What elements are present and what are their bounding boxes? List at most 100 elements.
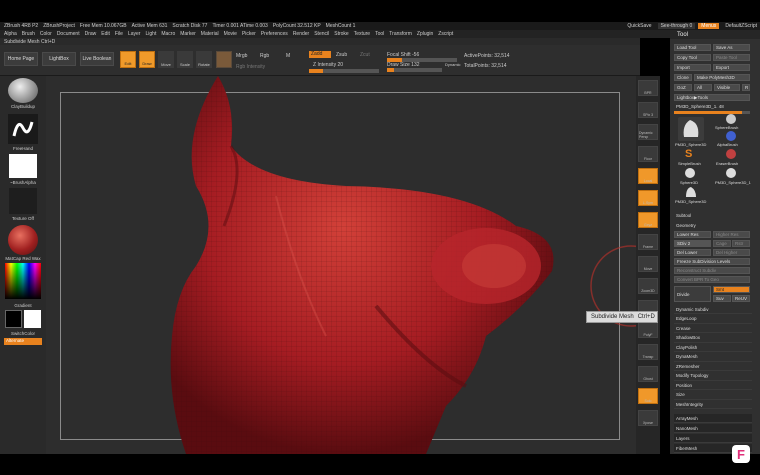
section-layers[interactable]: Layers: [674, 434, 752, 443]
menu-document[interactable]: Document: [57, 31, 80, 37]
scale-mode-button[interactable]: Scale: [177, 51, 193, 68]
strip-transp-button[interactable]: Transp: [638, 344, 658, 360]
smt-button[interactable]: Smt: [713, 286, 750, 293]
freeze-subdiv-button[interactable]: Freeze SubDivision Levels: [674, 258, 750, 265]
menus-button[interactable]: Menus: [698, 23, 720, 29]
menu-stroke[interactable]: Stroke: [334, 31, 348, 37]
strip-l-sym-button[interactable]: L.Sym: [638, 190, 658, 206]
reuv-button[interactable]: ReUV: [732, 295, 750, 302]
menu-picker[interactable]: Picker: [242, 31, 256, 37]
menu-edit[interactable]: Edit: [101, 31, 110, 37]
menu-material[interactable]: Material: [201, 31, 219, 37]
strip-gxyz-button[interactable]: Gxyz: [638, 212, 658, 228]
copy-tool-button[interactable]: Copy Tool: [674, 54, 711, 61]
geom-crease[interactable]: Crease: [674, 324, 752, 333]
m-button[interactable]: M: [286, 53, 290, 59]
dynamic-button[interactable]: Dynamic: [445, 62, 461, 67]
pm3d-thumb-2[interactable]: [684, 186, 698, 198]
menu-draw[interactable]: Draw: [85, 31, 97, 37]
switchcolor-label[interactable]: SwitchColor: [4, 331, 42, 336]
save-as-button[interactable]: Save As: [713, 44, 750, 51]
color-picker[interactable]: [5, 263, 41, 299]
main-color-swatch[interactable]: [5, 310, 22, 328]
alternate-button[interactable]: Alternate: [4, 338, 42, 345]
load-tool-button[interactable]: Load Tool: [674, 44, 711, 51]
brush-icon[interactable]: [8, 78, 38, 103]
home-page-button[interactable]: Home Page: [4, 52, 38, 66]
geom-dynamic-subdiv[interactable]: Dynamic Subdiv: [674, 305, 752, 314]
spherebrush-thumb[interactable]: [724, 113, 738, 125]
pm3d-sphere-thumb[interactable]: [678, 117, 704, 141]
strip-local-button[interactable]: Local: [638, 168, 658, 184]
higher-res-button[interactable]: Higher Res: [713, 231, 750, 238]
strip-frame-button[interactable]: Frame: [638, 234, 658, 250]
geometry-section[interactable]: Geometry: [676, 223, 696, 228]
section-nanomesh[interactable]: NanoMesh: [674, 424, 752, 433]
geom-claypolish[interactable]: ClayPolish: [674, 343, 752, 352]
strip-move-button[interactable]: Move: [638, 256, 658, 272]
zscript-button[interactable]: DefaultZScript: [722, 23, 760, 29]
rstr-button[interactable]: Rstr: [732, 240, 750, 247]
menu-zplugin[interactable]: Zplugin: [417, 31, 433, 37]
alpha-icon[interactable]: [9, 154, 37, 178]
section-arraymesh[interactable]: ArrayMesh: [674, 414, 752, 423]
eraserbrush-thumb[interactable]: [724, 148, 738, 160]
subtool-section[interactable]: Subtool: [676, 213, 691, 218]
edit-mode-button[interactable]: Edit: [120, 51, 136, 68]
draw-size-slider[interactable]: [387, 68, 442, 72]
strip-xpose-button[interactable]: Xpose: [638, 410, 658, 426]
paste-tool-button[interactable]: Paste Tool: [713, 54, 750, 61]
geom-modify-topology[interactable]: Modify Topology: [674, 372, 752, 381]
del-higher-button[interactable]: Del Higher: [713, 249, 750, 256]
rgb-button[interactable]: Rgb: [260, 53, 269, 59]
simplebrush-icon[interactable]: S: [685, 148, 692, 160]
live-boolean-button[interactable]: Live Boolean: [80, 52, 114, 66]
rgb-intensity-slider[interactable]: Rgb Intensity: [236, 64, 265, 70]
menu-light[interactable]: Light: [145, 31, 156, 37]
material-icon[interactable]: [8, 225, 38, 255]
move-mode-button[interactable]: Move: [158, 51, 174, 68]
mrgb-button[interactable]: Mrgb: [236, 53, 247, 59]
clone-button[interactable]: Clone: [674, 74, 692, 81]
zsub-button[interactable]: Zsub: [336, 52, 347, 58]
strip-dynamic-persp-button[interactable]: Dynamic Persp: [638, 124, 658, 140]
geom-size[interactable]: Size: [674, 391, 752, 400]
strip-polyf-button[interactable]: PolyF: [638, 322, 658, 338]
tool-slider-track[interactable]: [674, 111, 750, 114]
menu-texture[interactable]: Texture: [354, 31, 370, 37]
menu-brush[interactable]: Brush: [22, 31, 35, 37]
zadd-button[interactable]: Zadd: [309, 51, 331, 58]
current-tool-slider[interactable]: PM3D_Sphere3D_1. 48: [676, 104, 724, 109]
draw-mode-button[interactable]: Draw: [139, 51, 155, 68]
strip-zoom3d-button[interactable]: Zoom3D: [638, 278, 658, 294]
geom-shadowbox[interactable]: ShadowBox: [674, 334, 752, 343]
menu-layer[interactable]: Layer: [128, 31, 141, 37]
del-lower-button[interactable]: Del Lower: [674, 249, 711, 256]
strip-ghost-button[interactable]: Ghost: [638, 366, 658, 382]
reconstruct-subdiv-button[interactable]: Reconstruct Subdiv: [674, 267, 750, 274]
secondary-color-swatch[interactable]: [24, 310, 41, 328]
texture-icon[interactable]: [9, 188, 37, 214]
menu-transform[interactable]: Transform: [389, 31, 412, 37]
visible-button[interactable]: Visible: [714, 84, 740, 91]
strip-spix-3-button[interactable]: SPix 3: [638, 102, 658, 118]
menu-macro[interactable]: Macro: [161, 31, 175, 37]
export-button[interactable]: Export: [713, 64, 750, 71]
alphabrush-thumb[interactable]: [724, 130, 738, 142]
viewport-canvas[interactable]: [46, 76, 636, 454]
geom-position[interactable]: Position: [674, 381, 752, 390]
stroke-icon[interactable]: [8, 114, 38, 144]
cage-button[interactable]: Cage: [713, 240, 731, 247]
geom-meshintegrity[interactable]: MeshIntegrity: [674, 400, 752, 409]
geom-dynamesh[interactable]: DynaMesh: [674, 353, 752, 362]
geom-edgeloop[interactable]: EdgeLoop: [674, 315, 752, 324]
strip-bpr-button[interactable]: BPR: [638, 80, 658, 96]
menu-color[interactable]: Color: [40, 31, 52, 37]
divide-button[interactable]: Divide: [674, 286, 711, 302]
make-polymesh-button[interactable]: Make PolyMesh3D: [694, 74, 750, 81]
zcut-button[interactable]: Zcut: [360, 52, 370, 58]
menu-file[interactable]: File: [115, 31, 123, 37]
menu-alpha[interactable]: Alpha: [4, 31, 17, 37]
lower-res-button[interactable]: Lower Res: [674, 231, 711, 238]
geom-zremesher[interactable]: ZRemesher: [674, 362, 752, 371]
